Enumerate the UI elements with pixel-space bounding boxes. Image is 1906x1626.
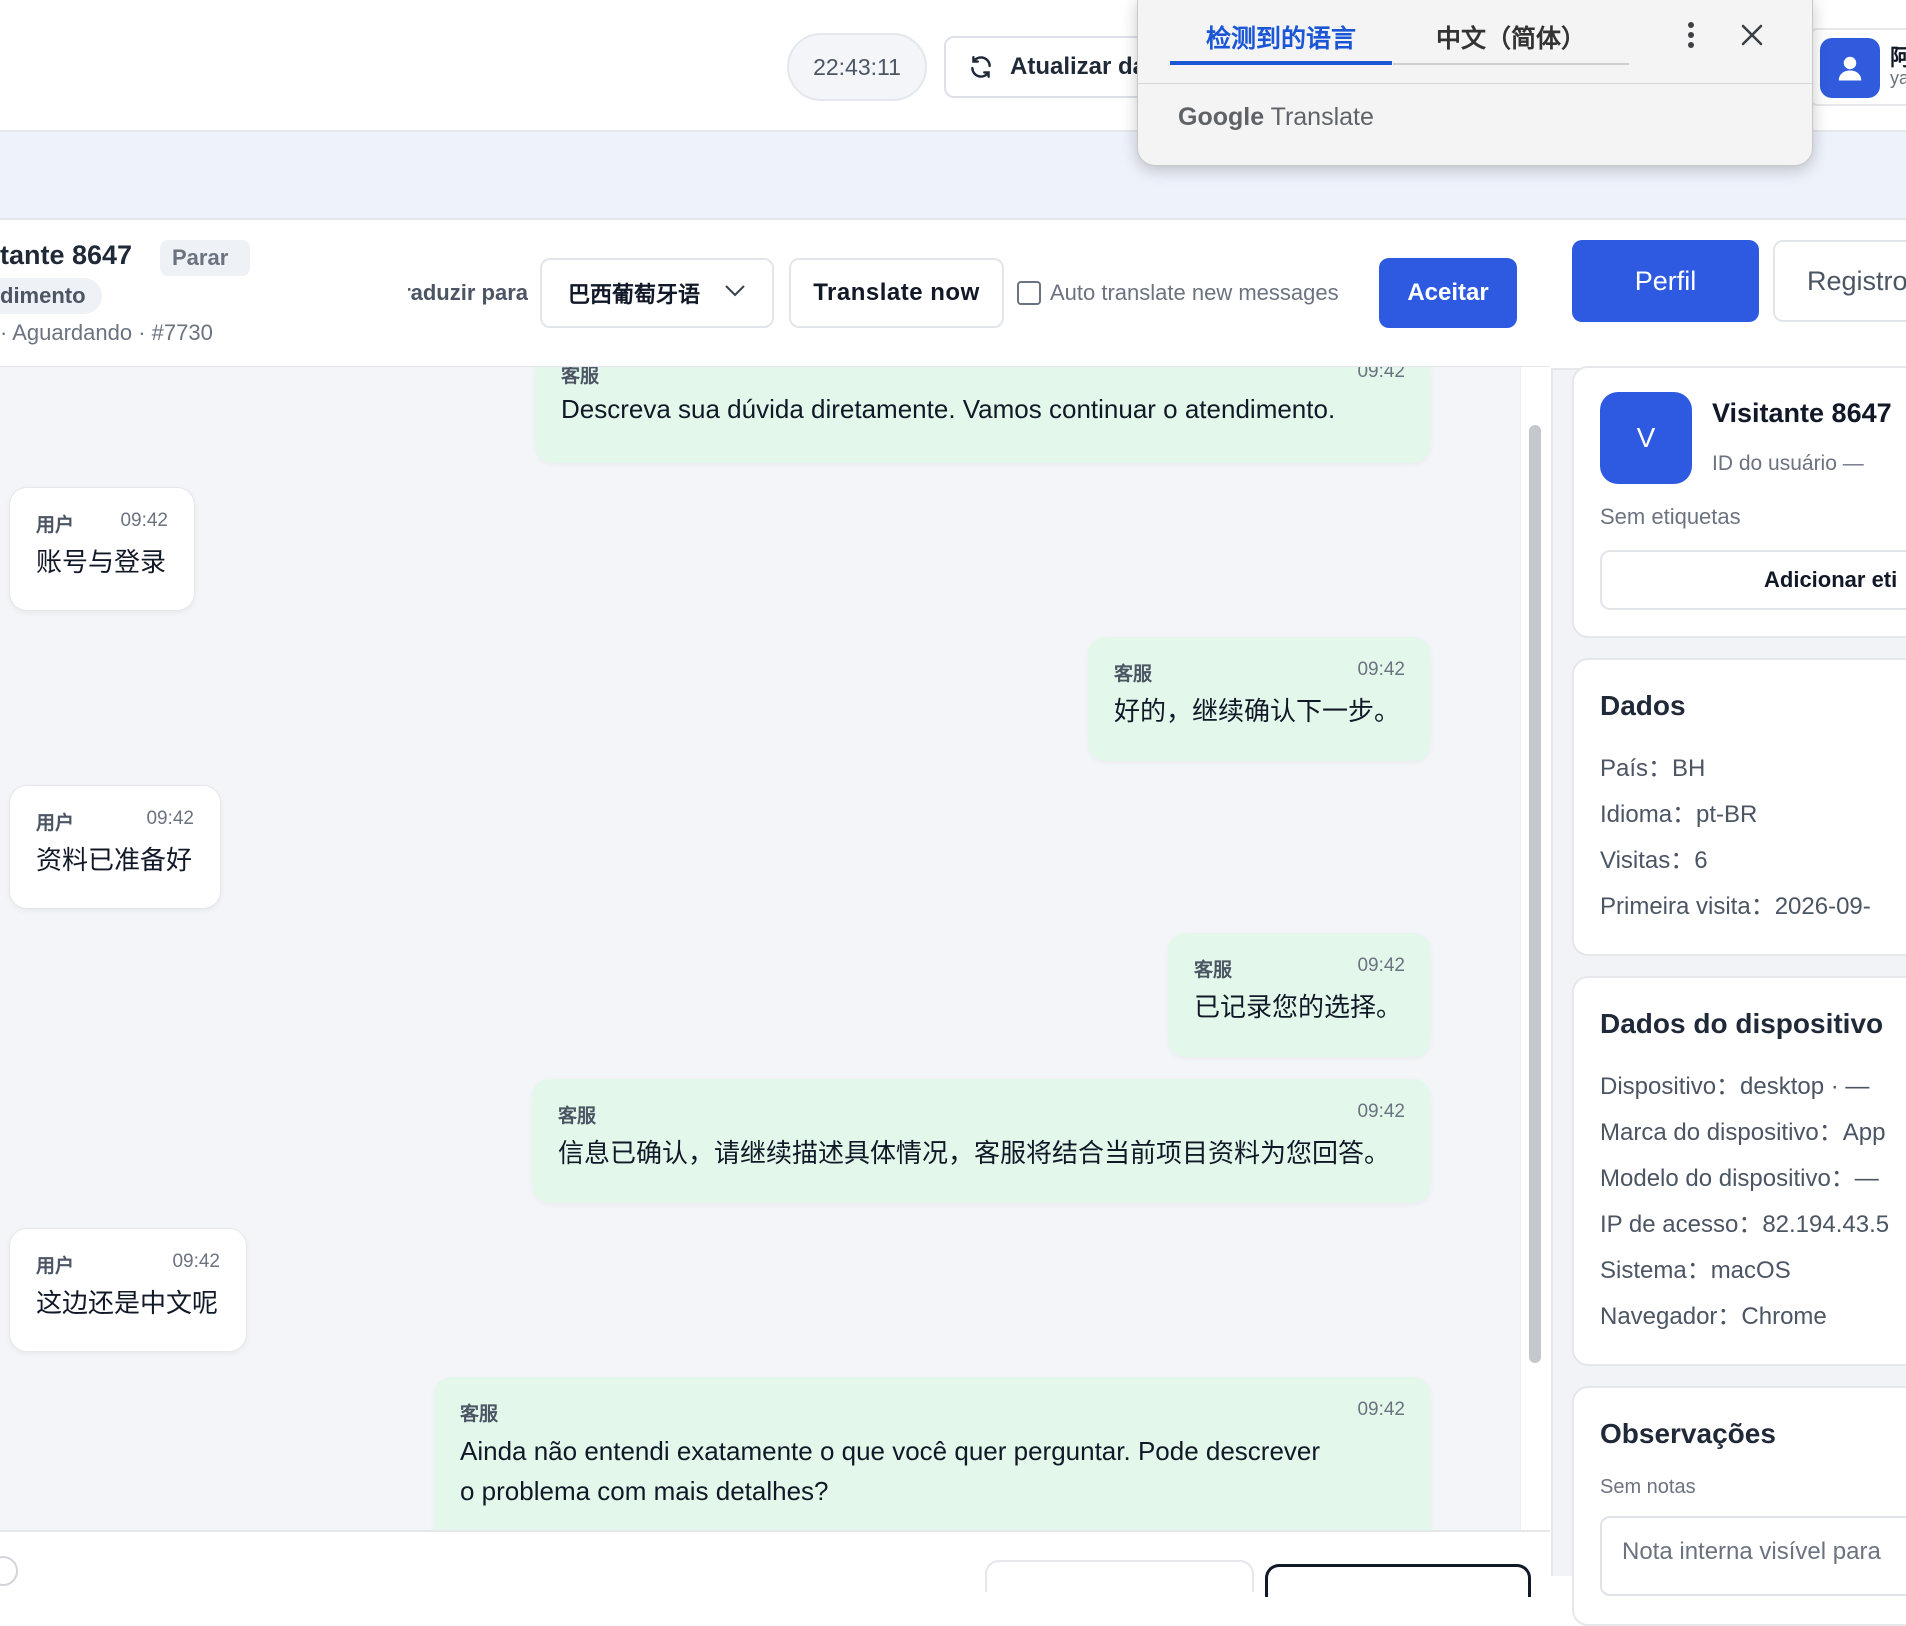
- message-user: 用户 09:42 账号与登录: [9, 487, 195, 611]
- translate-wordmark: Translate: [1270, 103, 1374, 131]
- message-time: 09:42: [1357, 1399, 1405, 1420]
- user-avatar[interactable]: [1820, 38, 1880, 98]
- device-model-row: Modelo do dispositivo：—: [1600, 1165, 1879, 1192]
- message-text-line-1: Ainda não entendi exatamente o que você …: [460, 1436, 1321, 1466]
- device-title: Dados do dispositivo: [1600, 1008, 1884, 1039]
- chat-messages[interactable]: 客服 09:42 Descreva sua dúvida diretamente…: [0, 367, 1520, 1530]
- message-text-line-2: o problema com mais detalhes?: [460, 1476, 829, 1506]
- message-sender: 客服: [561, 367, 600, 387]
- auto-translate-label[interactable]: Auto translate new messages: [1050, 280, 1339, 306]
- translate-label-clip: Traduzir para: [408, 280, 528, 310]
- language-selected: 巴西葡萄牙语: [568, 282, 701, 307]
- google-translate-logo: Google Translate: [1178, 103, 1374, 132]
- user-subtitle: ya: [1890, 68, 1906, 88]
- refresh-label: Atualizar da: [1010, 53, 1147, 80]
- popup-divider: [1138, 83, 1812, 84]
- composer-secondary-button[interactable]: [985, 1560, 1254, 1592]
- more-vert-icon[interactable]: [1673, 15, 1709, 55]
- browser-row: Navegador：Chrome: [1600, 1303, 1827, 1330]
- accept-button[interactable]: Aceitar: [1379, 258, 1517, 328]
- data-title: Dados: [1600, 690, 1686, 721]
- refresh-icon: [971, 56, 991, 78]
- no-tags-label: Sem etiquetas: [1600, 504, 1741, 529]
- message-time: 09:42: [1357, 659, 1405, 680]
- message-time: 09:42: [172, 1251, 220, 1272]
- attendance-badge: dimento: [0, 278, 102, 314]
- inactive-tab-underline: [1393, 63, 1629, 65]
- message-text: 信息已确认，请继续描述具体情况，客服将结合当前项目资料为您回答。: [558, 1138, 1391, 1168]
- message-sender: 客服: [1194, 960, 1233, 981]
- chevron-down-icon: [725, 285, 745, 297]
- message-sender: 客服: [460, 1404, 499, 1425]
- message-time: 09:42: [146, 808, 194, 829]
- tab-detected-language[interactable]: 检测到的语言: [1170, 19, 1392, 55]
- message-time: 09:42: [120, 510, 168, 531]
- google-translate-popup: 检测到的语言 中文（简体） Google Translate: [1137, 0, 1813, 166]
- clock: 22:43:11: [787, 33, 927, 101]
- language-row: Idioma：pt-BR: [1600, 801, 1758, 828]
- device-brand-row: Marca do dispositivo：App: [1600, 1119, 1886, 1146]
- country-row: País：BH: [1600, 755, 1706, 782]
- language-select[interactable]: 巴西葡萄牙语: [540, 258, 774, 328]
- visitor-avatar: V: [1600, 392, 1692, 484]
- active-tab-underline: [1170, 61, 1392, 65]
- message-text: 好的，继续确认下一步。: [1114, 696, 1401, 726]
- chat-scrollbar-thumb[interactable]: [1529, 425, 1541, 1363]
- message-sender: 客服: [558, 1106, 597, 1127]
- first-visit-row: Primeira visita：2026-09-: [1600, 893, 1871, 920]
- close-icon[interactable]: [1734, 17, 1770, 53]
- system-row: Sistema：macOS: [1600, 1257, 1791, 1284]
- message-text: 这边还是中文呢: [36, 1288, 219, 1318]
- message-user: 用户 09:42 资料已准备好: [9, 785, 221, 909]
- add-tag-button[interactable]: Adicionar eti: [1600, 550, 1906, 610]
- google-wordmark: Google: [1178, 103, 1265, 131]
- conversation-title: tante 8647: [0, 240, 133, 270]
- stop-badge[interactable]: Parar: [160, 240, 250, 276]
- message-time: 09:42: [1357, 955, 1405, 976]
- message-sender: 用户: [36, 813, 75, 834]
- user-icon: [1838, 56, 1862, 81]
- translate-now-button[interactable]: Translate now: [789, 258, 1004, 328]
- internal-note-input[interactable]: Nota interna visível para: [1600, 1516, 1906, 1596]
- message-text: 已记录您的选择。: [1194, 992, 1403, 1022]
- tab-profile[interactable]: Perfil: [1572, 240, 1759, 322]
- visitor-id: ID do usuário —: [1712, 452, 1864, 475]
- tab-chinese-simplified[interactable]: 中文（简体）: [1393, 19, 1629, 55]
- device-row: Dispositivo：desktop · —: [1600, 1073, 1870, 1100]
- message-time: 09:42: [1357, 1101, 1405, 1122]
- message-text: Descreva sua dúvida diretamente. Vamos c…: [561, 394, 1336, 424]
- conversation-status: · Aguardando · #7730: [0, 320, 213, 345]
- visits-row: Visitas：6: [1600, 847, 1708, 874]
- no-notes-label: Sem notas: [1600, 1476, 1696, 1498]
- notes-title: Observações: [1600, 1418, 1776, 1449]
- message-agent: 客服 09:42 信息已确认，请继续描述具体情况，客服将结合当前项目资料为您回答…: [532, 1079, 1431, 1203]
- message-sender: 客服: [1114, 664, 1153, 685]
- auto-translate-checkbox[interactable]: [1017, 281, 1041, 305]
- message-user: 用户 09:42 这边还是中文呢: [9, 1228, 247, 1352]
- message-sender: 用户: [36, 515, 75, 536]
- access-ip-row: IP de acesso：82.194.43.5: [1600, 1211, 1890, 1238]
- message-time: 09:42: [1357, 367, 1405, 382]
- tab-record[interactable]: Registro: [1773, 240, 1906, 322]
- message-agent: 客服 09:42 Ainda não entendi exatamente o …: [434, 1377, 1431, 1530]
- message-agent: 客服 09:42 已记录您的选择。: [1168, 933, 1431, 1057]
- message-text: 资料已准备好: [36, 845, 193, 875]
- message-text: 账号与登录: [36, 547, 167, 577]
- message-sender: 用户: [36, 1256, 75, 1277]
- message-agent: 客服 09:42 好的，继续确认下一步。: [1088, 637, 1431, 761]
- composer-primary-button[interactable]: [1265, 1564, 1531, 1597]
- visitor-name: Visitante 8647: [1712, 398, 1892, 428]
- message-agent: 客服 09:42 Descreva sua dúvida diretamente…: [535, 367, 1431, 463]
- translate-to-label: Traduzir para: [408, 280, 528, 305]
